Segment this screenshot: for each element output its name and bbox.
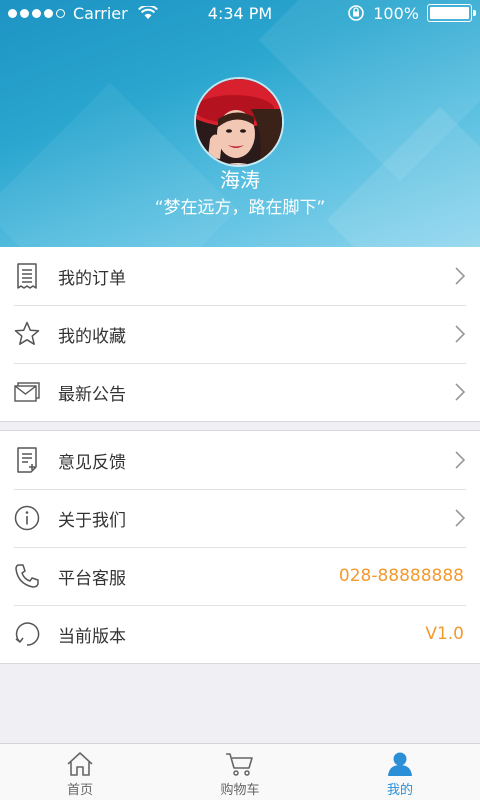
status-bar: Carrier 4:34 PM 100% [0,0,480,26]
tab-label: 首页 [66,783,93,798]
menu-group-primary: 我的订单 我的收藏 最新公告 [0,247,480,422]
menu-item-announcements[interactable]: 最新公告 [0,363,480,421]
tab-bar: 首页 购物车 我的 [0,743,480,800]
tab-home[interactable]: 首页 [0,744,160,800]
menu-item-feedback[interactable]: 意见反馈 [0,431,480,489]
rotation-lock-icon [348,5,365,21]
user-motto: “梦在远方，路在脚下” [154,198,326,218]
menu-item-label: 最新公告 [58,384,126,405]
user-icon [385,750,415,778]
app-version: V1.0 [425,624,464,644]
wifi-icon [137,6,158,19]
signal-strength-icon [8,8,65,18]
menu-item-customer-service[interactable]: 平台客服 028-88888888 [0,547,480,605]
chevron-right-icon [455,451,466,469]
feedback-icon [13,446,41,474]
chevron-right-icon [455,267,466,285]
menu-item-my-favorites[interactable]: 我的收藏 [0,305,480,363]
profile-header: Carrier 4:34 PM 100% 海涛 “梦在远方，路在脚下” [0,0,480,247]
carrier-name: Carrier [73,3,128,23]
menu-item-label: 我的订单 [58,268,126,289]
menu-group-secondary: 意见反馈 关于我们 平台客服 028-88888888 当前版本 V1.0 [0,430,480,664]
star-icon [13,320,41,348]
customer-service-phone[interactable]: 028-88888888 [339,566,464,586]
menu-item-current-version[interactable]: 当前版本 V1.0 [0,605,480,663]
menu-item-label: 我的收藏 [58,326,126,347]
menu-item-label: 当前版本 [58,626,126,647]
home-icon [65,750,95,778]
tab-label: 我的 [386,783,413,798]
battery-icon [427,4,476,22]
menu-item-label: 意见反馈 [58,452,126,473]
chevron-right-icon [455,509,466,527]
avatar-image [196,79,282,165]
menu-item-label: 关于我们 [58,510,126,531]
menu-item-about-us[interactable]: 关于我们 [0,489,480,547]
mail-icon [13,378,41,406]
chevron-right-icon [455,325,466,343]
receipt-icon [13,262,41,290]
battery-percent: 100% [373,3,419,23]
tab-mine[interactable]: 我的 [320,744,480,800]
chevron-right-icon [455,383,466,401]
cart-icon [225,750,255,778]
tab-label: 购物车 [220,783,260,798]
phone-icon [13,562,41,590]
menu-item-label: 平台客服 [58,568,126,589]
menu-item-my-orders[interactable]: 我的订单 [0,247,480,305]
username: 海涛 [220,168,260,192]
info-icon [13,504,41,532]
avatar[interactable] [194,77,284,167]
tab-cart[interactable]: 购物车 [160,744,320,800]
refresh-icon [13,620,41,648]
